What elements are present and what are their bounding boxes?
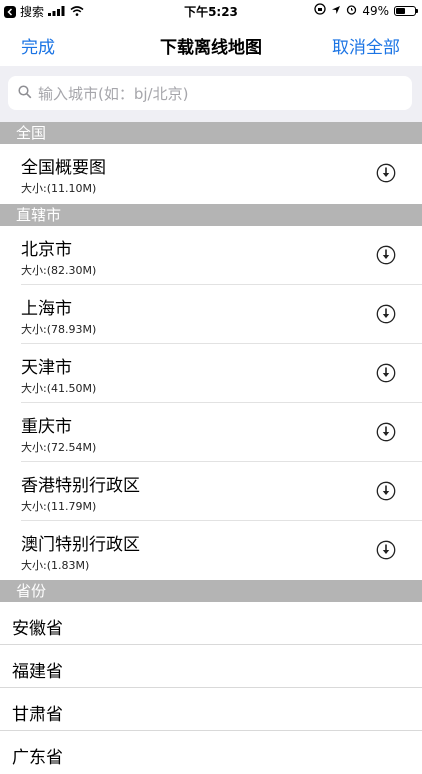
province-name: 福建省	[12, 662, 63, 682]
list-item[interactable]: 全国概要图 大小:(11.10M)	[0, 144, 422, 203]
map-name: 香港特别行政区	[21, 476, 140, 496]
download-circle-icon[interactable]	[376, 245, 396, 265]
section-header-national: 全国	[0, 122, 422, 144]
province-item[interactable]: 广东省	[0, 731, 422, 774]
province-item[interactable]: 安徽省	[0, 602, 422, 645]
location-icon	[331, 4, 341, 18]
battery-percent: 49%	[362, 3, 389, 18]
map-name: 上海市	[21, 299, 72, 319]
province-name: 安徽省	[12, 619, 63, 639]
download-circle-icon[interactable]	[376, 540, 396, 560]
search-input[interactable]: 输入城市(如：bj/北京)	[8, 76, 412, 110]
province-name: 广东省	[12, 748, 63, 768]
map-size: 大小:(11.79M)	[21, 500, 97, 513]
alarm-icon	[346, 4, 357, 18]
download-circle-icon[interactable]	[376, 163, 396, 183]
list-item[interactable]: 北京市 大小:(82.30M)	[0, 226, 422, 285]
province-item[interactable]: 甘肃省	[0, 688, 422, 731]
map-size: 大小:(82.30M)	[21, 264, 97, 277]
map-name: 北京市	[21, 240, 72, 260]
section-header-province: 省份	[0, 580, 422, 602]
navigation-bar: 完成 下载离线地图 取消全部	[0, 22, 422, 66]
map-name: 澳门特别行政区	[21, 535, 140, 555]
status-bar: 搜索 下午5:23 49%	[0, 0, 422, 22]
map-size: 大小:(11.10M)	[21, 182, 97, 195]
list-item[interactable]: 澳门特别行政区 大小:(1.83M)	[0, 521, 422, 580]
search-icon	[18, 84, 32, 103]
cancel-all-button[interactable]: 取消全部	[332, 33, 400, 58]
search-placeholder: 输入城市(如：bj/北京)	[38, 84, 189, 103]
map-size: 大小:(78.93M)	[21, 323, 97, 336]
search-bar: 输入城市(如：bj/北京)	[0, 66, 422, 122]
download-circle-icon[interactable]	[376, 363, 396, 383]
map-name: 重庆市	[21, 417, 72, 437]
lock-rotation-icon	[314, 3, 326, 18]
map-size: 大小:(41.50M)	[21, 382, 97, 395]
download-circle-icon[interactable]	[376, 481, 396, 501]
download-circle-icon[interactable]	[376, 422, 396, 442]
battery-icon	[394, 5, 418, 16]
list-item[interactable]: 香港特别行政区 大小:(11.79M)	[0, 462, 422, 521]
section-header-municipality: 直辖市	[0, 204, 422, 226]
list-item[interactable]: 天津市 大小:(41.50M)	[0, 344, 422, 403]
province-item[interactable]: 福建省	[0, 645, 422, 688]
list-item[interactable]: 重庆市 大小:(72.54M)	[0, 403, 422, 462]
map-name: 天津市	[21, 358, 72, 378]
download-circle-icon[interactable]	[376, 304, 396, 324]
map-size: 大小:(72.54M)	[21, 441, 97, 454]
list-item[interactable]: 上海市 大小:(78.93M)	[0, 285, 422, 344]
status-bar-right: 49%	[314, 3, 418, 18]
map-size: 大小:(1.83M)	[21, 559, 90, 572]
map-name: 全国概要图	[21, 158, 106, 178]
province-name: 甘肃省	[12, 705, 63, 725]
